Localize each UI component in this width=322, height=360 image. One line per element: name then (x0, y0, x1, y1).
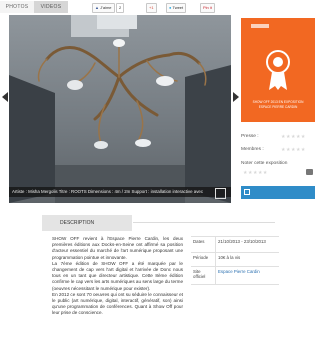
exhibition-poster[interactable]: SHOW OFF 2013 EN EXPOSITION ESPACE PIERR… (241, 18, 315, 122)
tab-description[interactable]: DESCRIPTION (42, 215, 132, 231)
press-rating-stars: ★★★★★ (281, 134, 306, 140)
facebook-like-button[interactable]: ▲ J'aime (92, 3, 115, 13)
description-text: SHOW OFF revient à l'Espace Pierre Cardi… (52, 236, 183, 317)
site-label: Site officiel (193, 269, 206, 279)
next-photo-icon[interactable] (232, 92, 239, 102)
rate-submit-button[interactable] (241, 186, 315, 199)
poster-text: SHOW OFF 2013 EN EXPOSITION ESPACE PIERR… (252, 100, 304, 109)
tweet-button[interactable]: ● Tweet (166, 3, 187, 13)
rate-exhibition-stars[interactable]: ★★★★★ (243, 170, 268, 176)
description-paragraph-2: La 7ème édition de SHOW OFF a été marqué… (52, 260, 183, 291)
tab-photos[interactable]: PHOTOS (0, 1, 34, 13)
google-plus-button[interactable]: +1 (146, 3, 157, 13)
previous-photo-icon[interactable] (2, 92, 9, 102)
divider (215, 267, 216, 284)
photo-caption: Artiste : Misha Mergolis Titre : ROOTS D… (9, 187, 231, 197)
members-rating-stars: ★★★★★ (281, 147, 306, 153)
like-count: 2 (116, 3, 125, 13)
periode-value: 10€ à la vis (218, 255, 241, 260)
fullscreen-icon[interactable] (215, 188, 226, 199)
press-rating-label: Presse : (241, 134, 259, 139)
info-row-site: Site officiel Espace Pierre Cardin (191, 266, 279, 285)
comment-icon[interactable] (306, 169, 313, 175)
periode-label: Période (193, 255, 209, 260)
divider (133, 222, 275, 223)
exhibition-photo[interactable]: Artiste : Misha Mergolis Titre : ROOTS D… (9, 15, 231, 203)
tab-videos[interactable]: VIDEOS (34, 1, 68, 13)
divider (215, 253, 216, 267)
thumbs-up-icon: ▲ (95, 5, 99, 10)
dates-value: 21/10/2013 - 23/10/2013 (218, 239, 266, 244)
description-paragraph-1: SHOW OFF revient à l'Espace Pierre Cardi… (52, 236, 183, 260)
divider (215, 237, 216, 253)
check-icon (244, 189, 250, 195)
members-rating-label: Membres : (241, 147, 264, 152)
info-row-dates: Dates 21/10/2013 - 23/10/2013 (191, 236, 279, 253)
pin-it-button[interactable]: Pin it (200, 3, 215, 13)
info-row-periode: Période 10€ à la vis (191, 252, 279, 267)
dates-label: Dates (193, 239, 205, 244)
installation-artwork-image (9, 15, 231, 203)
description-paragraph-3: En 2012 ce sont 70 oeuvres qui ont su sé… (52, 291, 183, 316)
rate-exhibition-label: Noter cette exposition (241, 161, 288, 166)
site-link[interactable]: Espace Pierre Cardin (218, 269, 260, 274)
plus-icon: +1 (149, 5, 154, 10)
